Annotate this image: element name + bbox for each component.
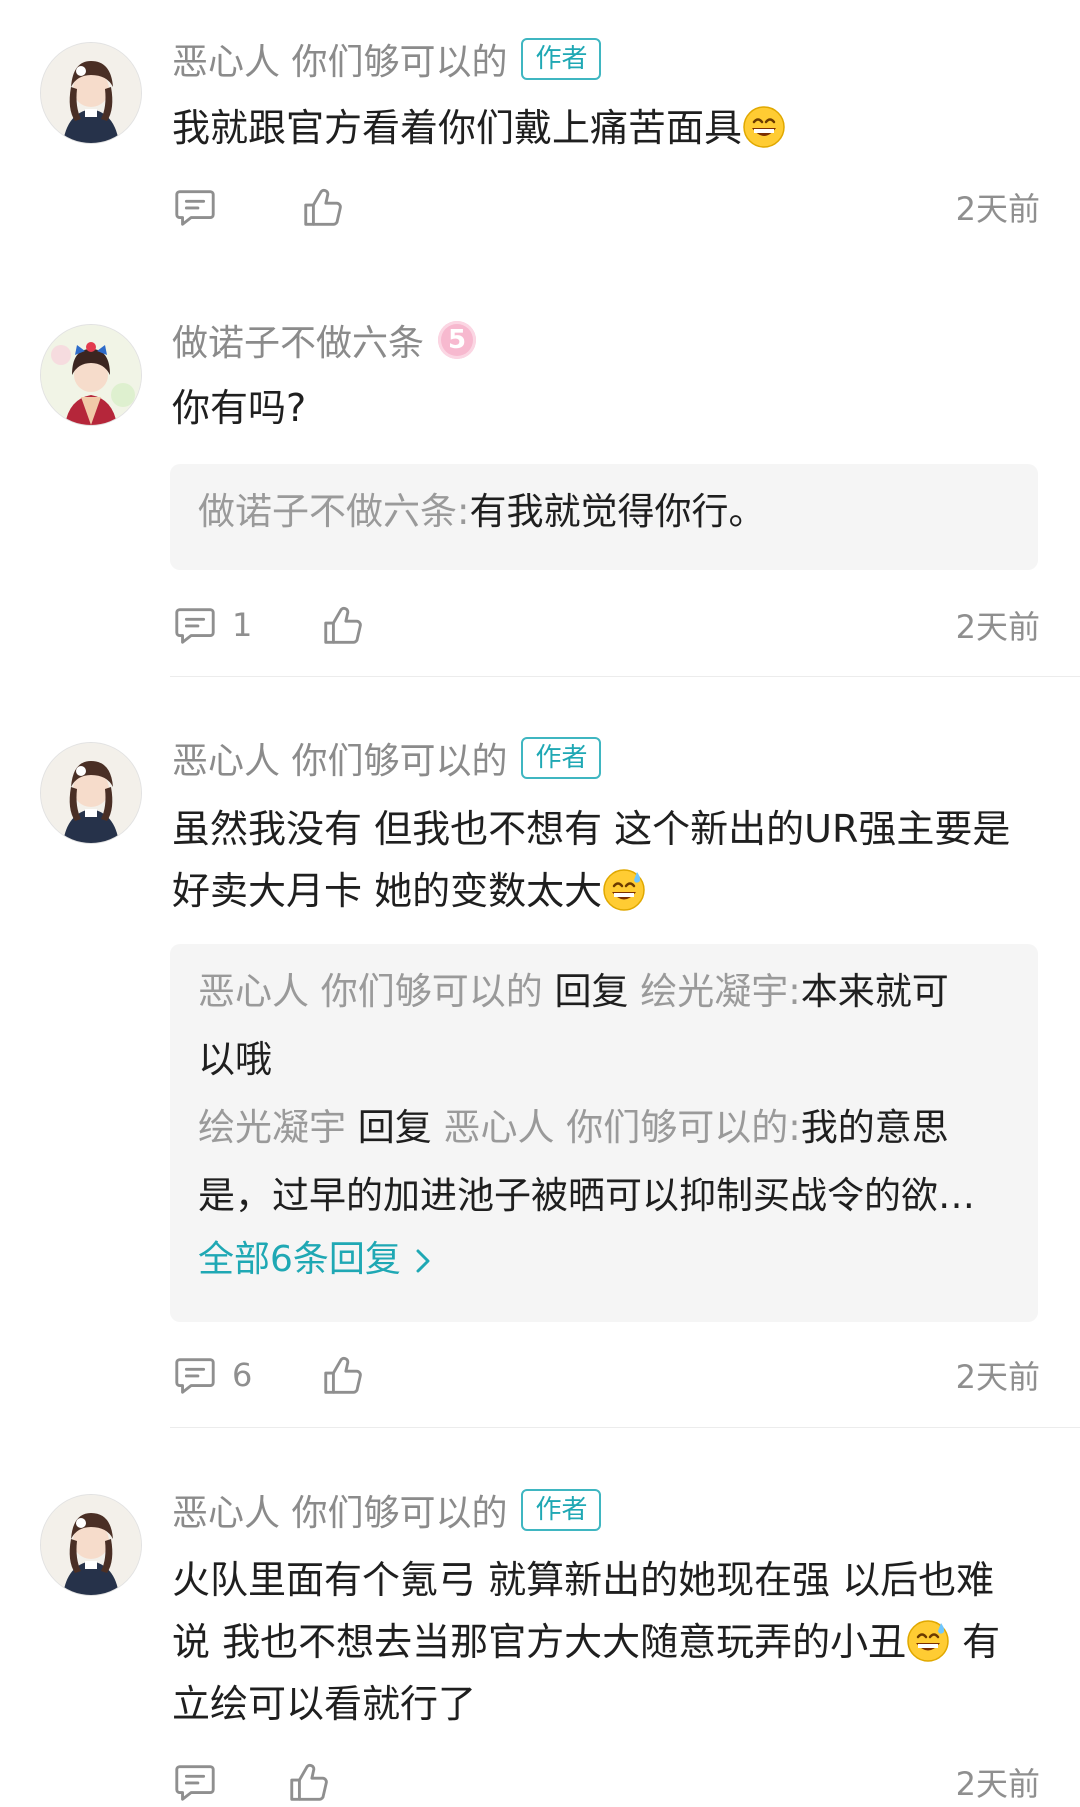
comment-header: 恶心人 你们够可以的 作者 <box>172 33 602 85</box>
thumbs-up-icon <box>286 1759 332 1805</box>
reply-line: 恶心人 你们够可以的 回复 绘光凝宇:本来就可以哦 <box>198 958 1010 1094</box>
like-button[interactable] <box>300 184 346 230</box>
comment-header: 做诺子不做六条 5 <box>172 314 477 366</box>
comment-icon <box>172 1352 218 1398</box>
reply-button[interactable]: 1 <box>172 602 252 648</box>
reply-text: 本来就可 <box>800 970 949 1013</box>
grinning-emoji-icon <box>742 105 786 149</box>
reply-button[interactable]: 6 <box>172 1352 252 1398</box>
reply-author[interactable]: 做诺子不做六条 <box>198 490 457 533</box>
comment-text-line: 虽然我没有 但我也不想有 这个新出的UR强主要是 <box>172 807 1011 851</box>
timestamp: 2天前 <box>955 608 1040 646</box>
comment-text: 你有吗? <box>172 386 307 430</box>
reply-text: 有我就觉得你行。 <box>469 490 766 533</box>
comment-text-body: 我就跟官方看着你们戴上痛苦面具 <box>172 106 743 150</box>
avatar[interactable] <box>40 42 142 144</box>
comment-header: 恶心人 你们够可以的 作者 <box>172 732 602 784</box>
comment-text: 火队里面有个氪弓 就算新出的她现在强 以后也难 说 我也不想去当那官方大大随意玩… <box>172 1549 1042 1735</box>
thumbs-up-icon <box>300 184 346 230</box>
reply-separator: : <box>788 970 801 1013</box>
comment-text-body: 有 <box>950 1620 1001 1664</box>
avatar[interactable] <box>40 1494 142 1596</box>
thumbs-up-icon <box>320 602 366 648</box>
reply-button[interactable] <box>172 184 232 230</box>
sweat-smile-emoji-icon <box>602 868 646 912</box>
level-badge: 5 <box>438 321 477 359</box>
username[interactable]: 做诺子不做六条 <box>172 314 424 366</box>
author-badge: 作者 <box>521 1489 602 1531</box>
username[interactable]: 恶心人 你们够可以的 <box>172 732 507 784</box>
comment-header: 恶心人 你们够可以的 作者 <box>172 1484 602 1536</box>
timestamp: 2天前 <box>955 1765 1040 1803</box>
reply-preview-box[interactable]: 做诺子不做六条:有我就觉得你行。 <box>170 464 1038 570</box>
divider <box>170 676 1080 677</box>
reply-text: 是，过早的加进池子被晒可以抑制买战令的欲… <box>198 1174 975 1217</box>
timestamp: 2天前 <box>955 1358 1040 1396</box>
chevron-right-icon <box>416 1249 430 1273</box>
like-button[interactable] <box>320 1352 366 1398</box>
view-all-replies-label: 全部6条回复 <box>198 1239 401 1280</box>
comment-icon <box>172 602 218 648</box>
comment-text-line: 火队里面有个氪弓 就算新出的她现在强 以后也难 <box>172 1558 995 1602</box>
reply-count: 6 <box>232 1356 253 1394</box>
reply-button[interactable] <box>172 1759 218 1805</box>
divider <box>170 1427 1080 1428</box>
comment-actions: 2天前 <box>172 182 1040 232</box>
author-badge: 作者 <box>521 737 602 779</box>
comment-text-line: 好卖大月卡 她的变数太大 <box>172 860 1042 922</box>
reply-text: 我的意思 <box>800 1106 949 1149</box>
sweat-smile-emoji-icon <box>906 1619 950 1663</box>
comment-actions: 6 2天前 <box>172 1350 1040 1400</box>
reply-verb: 回复 <box>554 970 629 1013</box>
reply-separator: : <box>457 490 470 533</box>
reply-target[interactable]: 绘光凝宇 <box>640 970 788 1013</box>
comment-actions: 2天前 <box>172 1757 1040 1807</box>
comment-text-body: 好卖大月卡 她的变数太大 <box>172 869 603 913</box>
comment-icon <box>172 1759 218 1805</box>
reply-verb: 回复 <box>357 1106 432 1149</box>
comment-text: 虽然我没有 但我也不想有 这个新出的UR强主要是 好卖大月卡 她的变数太大 <box>172 798 1042 922</box>
avatar[interactable] <box>40 742 142 844</box>
comment-icon <box>172 184 218 230</box>
reply-author[interactable]: 绘光凝宇 <box>198 1106 346 1149</box>
avatar[interactable] <box>40 324 142 426</box>
reply-count: 1 <box>232 606 253 644</box>
reply-preview-box[interactable]: 恶心人 你们够可以的 回复 绘光凝宇:本来就可 以哦 绘光凝宇 回复 恶心人 你们… <box>170 944 1038 1322</box>
like-button[interactable] <box>320 602 366 648</box>
reply-author[interactable]: 恶心人 你们够可以的 <box>198 970 543 1013</box>
like-button[interactable] <box>286 1759 332 1805</box>
reply-text: 以哦 <box>198 1038 272 1081</box>
comment-actions: 1 2天前 <box>172 600 1040 650</box>
comment-text: 我就跟官方看着你们戴上痛苦面具 <box>172 97 1042 159</box>
thumbs-up-icon <box>320 1352 366 1398</box>
reply-line: 绘光凝宇 回复 恶心人 你们够可以的:我的意思是，过早的加进池子被晒可以抑制买战… <box>198 1094 1010 1230</box>
comment-text-line: 说 我也不想去当那官方大大随意玩弄的小丑 有 <box>172 1611 1042 1673</box>
reply-target[interactable]: 恶心人 你们够可以的 <box>444 1106 789 1149</box>
reply-line: 做诺子不做六条:有我就觉得你行。 <box>198 478 1010 546</box>
comment-text-body: 说 我也不想去当那官方大大随意玩弄的小丑 <box>172 1620 907 1664</box>
username[interactable]: 恶心人 你们够可以的 <box>172 1484 507 1536</box>
username[interactable]: 恶心人 你们够可以的 <box>172 33 507 85</box>
reply-separator: : <box>788 1106 801 1149</box>
timestamp: 2天前 <box>955 190 1040 228</box>
author-badge: 作者 <box>521 38 602 80</box>
view-all-replies-link[interactable]: 全部6条回复 <box>198 1230 1010 1290</box>
comment-text-line: 立绘可以看就行了 <box>172 1682 477 1726</box>
